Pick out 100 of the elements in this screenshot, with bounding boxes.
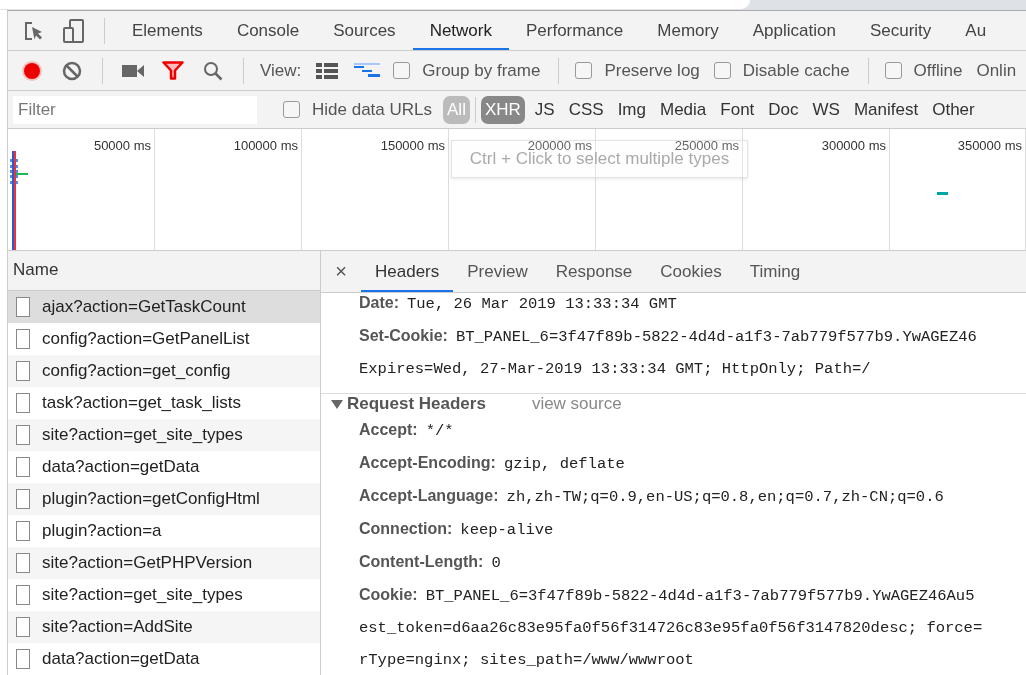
request-row[interactable]: site?action=get_site_types <box>8 419 320 451</box>
panel-tab[interactable]: Memory <box>640 11 736 50</box>
type-filter[interactable]: WS <box>808 95 844 124</box>
panel-tab[interactable]: Elements <box>115 11 220 50</box>
header-name: Content-Length: <box>359 553 484 570</box>
type-filter[interactable]: Other <box>928 95 979 124</box>
time-tick: 200000 ms <box>527 138 592 153</box>
panel-tab[interactable]: Sources <box>316 11 413 50</box>
list-view-icon[interactable] <box>316 61 339 80</box>
request-name: task?action=get_task_lists <box>42 393 241 413</box>
request-name: site?action=GetPHPVersion <box>42 553 253 573</box>
panel-tab[interactable]: Console <box>219 11 317 50</box>
file-icon <box>16 329 30 349</box>
request-bar <box>937 192 948 195</box>
detail-tab[interactable]: Response <box>541 251 647 292</box>
request-row[interactable]: task?action=get_task_lists <box>8 387 320 419</box>
video-camera-icon[interactable] <box>122 62 144 79</box>
triangle-icon[interactable] <box>331 399 343 409</box>
header-name: Connection: <box>359 520 453 537</box>
detail-tab[interactable]: Headers <box>361 251 454 292</box>
request-row[interactable]: plugin?action=a <box>8 515 320 547</box>
header-value: */* <box>425 422 454 440</box>
request-row[interactable]: site?action=get_site_types <box>8 579 320 611</box>
device-icon[interactable] <box>63 18 85 43</box>
type-filter[interactable]: Manifest <box>849 95 923 124</box>
type-filter[interactable]: Doc <box>764 95 803 124</box>
checkbox[interactable]: Hide data URLs <box>283 99 432 120</box>
time-tick: 50000 ms <box>93 138 151 153</box>
header-value: Tue, 26 Mar 2019 13:33:34 GMT <box>407 295 677 313</box>
section-title: Request Headers <box>347 394 486 414</box>
type-filter[interactable]: XHR <box>480 95 525 124</box>
request-name: plugin?action=getConfigHtml <box>42 489 260 509</box>
time-tick: 300000 ms <box>821 138 886 153</box>
filter-icon[interactable] <box>162 60 184 81</box>
panel-tab[interactable]: Security <box>852 11 949 50</box>
detail-tab[interactable]: Cookies <box>646 251 736 292</box>
type-filter[interactable]: Img <box>613 95 650 124</box>
view-source-link[interactable]: view source <box>531 394 622 414</box>
header-value: zh,zh-TW;q=0.9,en-US;q=0.8,en;q=0.7,zh-CN;q=0.6 <box>506 488 944 506</box>
file-icon <box>16 649 30 669</box>
checkbox[interactable]: Group by frame <box>393 60 541 81</box>
file-icon <box>16 457 30 477</box>
filter-field[interactable]: Filter <box>13 95 257 124</box>
request-row[interactable]: site?action=AddSite <box>8 611 320 643</box>
request-row[interactable]: config?action=GetPanelList <box>8 323 320 355</box>
header-value: 0 <box>491 554 501 572</box>
column-header[interactable]: Name <box>8 251 320 291</box>
request-row[interactable]: data?action=getData <box>8 451 320 483</box>
inspect-icon[interactable] <box>23 19 45 42</box>
header-name: Accept-Language: <box>359 487 499 504</box>
header-name: Accept-Encoding: <box>359 454 496 471</box>
request-row[interactable]: data?action=getData <box>8 643 320 675</box>
file-icon <box>16 425 30 445</box>
time-tick: 350000 ms <box>957 138 1022 153</box>
file-icon <box>16 393 30 413</box>
file-icon <box>16 361 30 381</box>
type-filter[interactable]: Font <box>716 95 759 124</box>
header-value: Expires=Wed, 27-Mar-2019 13:33:34 GMT; HttpOnly; Path=/ <box>359 359 872 380</box>
header-value: BT_PANEL_6=3f47f89b-5822-4d4d-a1f3-7ab779f577b9.YwAGEZ46Au5 <box>425 587 975 605</box>
checkbox[interactable]: Disable cache <box>713 60 850 81</box>
throttling-dropdown[interactable]: Onlin <box>976 60 1017 81</box>
detail-tab[interactable]: Preview <box>453 251 542 292</box>
search-icon[interactable] <box>203 60 223 81</box>
request-name: ajax?action=GetTaskCount <box>42 297 246 317</box>
request-name: site?action=get_site_types <box>42 425 243 445</box>
request-name: config?action=get_config <box>42 361 231 381</box>
request-name: data?action=getData <box>42 649 200 669</box>
checkbox[interactable]: Offline <box>884 60 963 81</box>
request-name: plugin?action=a <box>42 521 162 541</box>
header-value: BT_PANEL_6=3f47f89b-5822-4d4d-a1f3-7ab779f577b9.YwAGEZ46 <box>455 328 977 346</box>
clear-icon[interactable] <box>62 60 82 81</box>
request-name: data?action=getData <box>42 457 200 477</box>
file-icon <box>16 585 30 605</box>
request-row[interactable]: site?action=GetPHPVersion <box>8 547 320 579</box>
request-row[interactable]: config?action=get_config <box>8 355 320 387</box>
file-icon <box>16 489 30 509</box>
detail-tab[interactable]: Timing <box>735 251 815 292</box>
header-name: Cookie: <box>359 586 418 603</box>
type-filter[interactable]: CSS <box>564 95 608 124</box>
waterfall-icon[interactable] <box>354 61 381 80</box>
time-tick: 250000 ms <box>674 138 739 153</box>
checkbox[interactable]: Preserve log <box>575 60 700 81</box>
header-name: Accept: <box>359 421 418 438</box>
type-filter[interactable]: JS <box>530 95 559 124</box>
type-filter[interactable]: Media <box>656 95 711 124</box>
panel-tab[interactable]: Performance <box>509 11 641 50</box>
header-value: rType=nginx; sites_path=/www/wwwroot <box>359 650 695 671</box>
request-row[interactable]: ajax?action=GetTaskCount <box>8 291 320 323</box>
request-name: config?action=GetPanelList <box>42 329 250 349</box>
panel-tab[interactable]: Application <box>735 11 853 50</box>
header-value: est_token=d6aa26c83e95fa0f56f314726c83e95fa0f56f3147820desc; force= <box>359 618 984 639</box>
file-icon <box>16 521 30 541</box>
time-tick: 100000 ms <box>233 138 298 153</box>
request-row[interactable]: plugin?action=getConfigHtml <box>8 483 320 515</box>
close-button[interactable]: × <box>321 260 361 283</box>
header-value: gzip, deflate <box>503 455 625 473</box>
header-name: Date: <box>359 294 399 311</box>
file-icon <box>16 297 30 317</box>
panel-tab[interactable]: Au <box>948 11 1004 50</box>
record-button[interactable] <box>21 59 43 82</box>
